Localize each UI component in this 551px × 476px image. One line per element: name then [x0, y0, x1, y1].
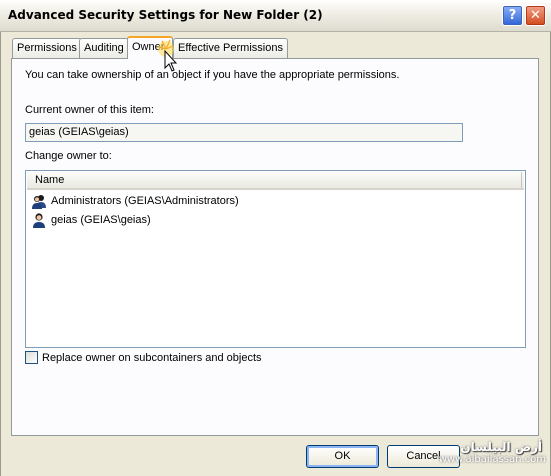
list-item-administrators[interactable]: Administrators (GEIAS\Administrators)	[31, 192, 239, 210]
list-item-label: Administrators (GEIAS\Administrators)	[51, 195, 239, 207]
replace-owner-label[interactable]: Replace owner on subcontainers and objec…	[42, 352, 262, 364]
user-icon	[31, 212, 47, 228]
list-header: Name	[27, 172, 524, 190]
column-header-filler	[522, 172, 524, 188]
tab-permissions[interactable]: Permissions	[12, 38, 82, 58]
list-item-label: geias (GEIAS\geias)	[51, 214, 151, 226]
help-icon: ?	[508, 8, 517, 23]
column-header-name[interactable]: Name	[27, 172, 522, 188]
replace-owner-checkbox[interactable]	[25, 351, 38, 364]
ok-button[interactable]: OK	[306, 445, 379, 468]
user-group-icon	[31, 193, 47, 209]
intro-text: You can take ownership of an object if y…	[25, 69, 400, 81]
watermark-arabic: أرض البيلسان	[460, 440, 542, 454]
change-owner-label: Change owner to:	[25, 150, 112, 162]
tab-auditing[interactable]: Auditing	[79, 38, 129, 58]
replace-owner-checkbox-row[interactable]: Replace owner on subcontainers and objec…	[25, 351, 262, 364]
close-icon: ✕	[530, 8, 541, 23]
help-button[interactable]: ?	[502, 5, 523, 26]
watermark: أرض البيلسان www.albailassan.com	[423, 440, 550, 474]
close-button[interactable]: ✕	[525, 5, 546, 26]
current-owner-field[interactable]: geias (GEIAS\geias)	[25, 123, 463, 142]
owner-listview[interactable]: Name Administrators (GEIAS\Administrator…	[25, 170, 526, 348]
window-title: Advanced Security Settings for New Folde…	[8, 8, 323, 22]
title-bar[interactable]: Advanced Security Settings for New Folde…	[0, 0, 551, 32]
watermark-url: www.albailassan.com	[438, 454, 546, 465]
mouse-cursor-icon	[158, 35, 186, 80]
current-owner-label: Current owner of this item:	[25, 104, 154, 116]
tab-effective-permissions[interactable]: Effective Permissions	[173, 38, 288, 58]
list-item-geias[interactable]: geias (GEIAS\geias)	[31, 211, 151, 229]
